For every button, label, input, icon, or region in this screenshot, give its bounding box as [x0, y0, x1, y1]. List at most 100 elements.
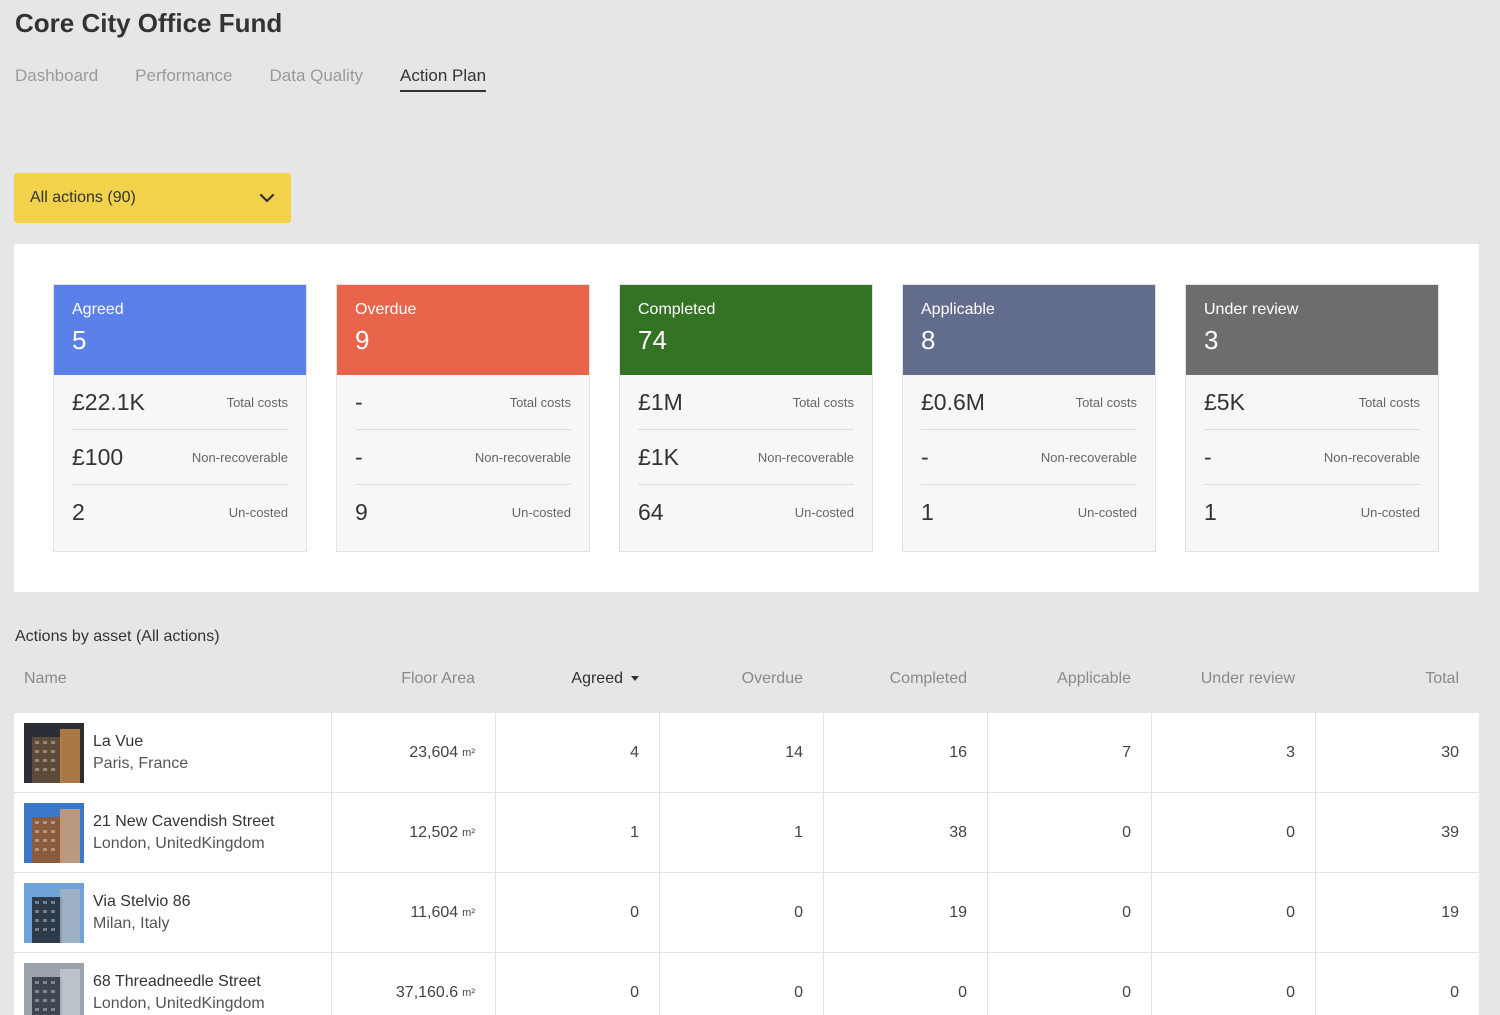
- overdue-value: 0: [794, 984, 803, 1001]
- table-row[interactable]: La Vue Paris, France 23,604 m² 4 14 16 7 …: [14, 713, 1479, 793]
- summary-card-name: Under review: [1204, 301, 1299, 318]
- non-recoverable-value: -: [1204, 443, 1212, 470]
- tab-action-plan[interactable]: Action Plan: [400, 66, 487, 92]
- area-unit: m²: [462, 747, 475, 759]
- table-row[interactable]: 68 Threadneedle Street London, UnitedKin…: [14, 953, 1479, 1015]
- agreed-value: 4: [630, 744, 639, 761]
- summary-card-agreed[interactable]: Agreed 5 £22.1K Total costs £100 Non-rec…: [53, 284, 307, 552]
- under-review-value: 0: [1286, 904, 1295, 921]
- summary-card-overdue[interactable]: Overdue 9 - Total costs - Non-recoverabl…: [336, 284, 590, 552]
- floor-area-value: 11,604: [410, 904, 459, 921]
- column-header-completed[interactable]: Completed: [890, 670, 967, 688]
- tab-dashboard[interactable]: Dashboard: [15, 66, 98, 92]
- column-header-agreed-label: Agreed: [571, 670, 623, 687]
- actions-filter-label: All actions (90): [30, 189, 136, 206]
- building-thumbnail: [24, 883, 84, 943]
- tab-performance[interactable]: Performance: [135, 66, 232, 92]
- asset-name[interactable]: 68 Threadneedle Street: [93, 971, 265, 993]
- column-header-agreed[interactable]: Agreed: [571, 670, 639, 688]
- un-costed-value: 1: [1204, 499, 1217, 525]
- asset-name-cell: 68 Threadneedle Street London, UnitedKin…: [14, 953, 331, 1015]
- floor-area-value: 12,502: [409, 824, 459, 841]
- applicable-cell: 7: [987, 713, 1151, 793]
- asset-text: 68 Threadneedle Street London, UnitedKin…: [93, 971, 265, 1015]
- summary-panel: Agreed 5 £22.1K Total costs £100 Non-rec…: [14, 244, 1479, 592]
- total-costs-label: Total costs: [1075, 394, 1137, 410]
- total-costs-row: £1M Total costs: [638, 375, 854, 430]
- total-costs-label: Total costs: [226, 394, 288, 410]
- un-costed-value: 1: [921, 499, 934, 525]
- agreed-cell: 0: [495, 873, 659, 953]
- non-recoverable-row: £1K Non-recoverable: [638, 430, 854, 485]
- non-recoverable-row: - Non-recoverable: [355, 430, 571, 485]
- un-costed-row: 9 Un-costed: [355, 485, 571, 540]
- column-header-total[interactable]: Total: [1425, 670, 1459, 688]
- column-header-floor-area[interactable]: Floor Area: [401, 670, 475, 688]
- floor-area-value: 23,604: [409, 744, 459, 761]
- under-review-cell: 0: [1151, 793, 1315, 873]
- table-row[interactable]: Via Stelvio 86 Milan, Italy 11,604 m² 0 0…: [14, 873, 1479, 953]
- non-recoverable-value: -: [921, 443, 929, 470]
- completed-cell: 16: [823, 713, 987, 793]
- asset-text: La Vue Paris, France: [93, 731, 188, 775]
- actions-filter-dropdown[interactable]: All actions (90): [14, 173, 291, 223]
- non-recoverable-value: £100: [72, 443, 124, 470]
- agreed-cell: 0: [495, 953, 659, 1015]
- total-costs-label: Total costs: [792, 394, 854, 410]
- summary-card-completed[interactable]: Completed 74 £1M Total costs £1K Non-rec…: [619, 284, 873, 552]
- area-unit: m²: [462, 987, 475, 999]
- non-recoverable-label: Non-recoverable: [757, 449, 854, 465]
- column-header-overdue[interactable]: Overdue: [742, 670, 803, 688]
- column-header-applicable[interactable]: Applicable: [1057, 670, 1131, 688]
- asset-name[interactable]: La Vue: [93, 731, 188, 753]
- summary-card-under-review[interactable]: Under review 3 £5K Total costs - Non-rec…: [1185, 284, 1439, 552]
- asset-name-cell: 21 New Cavendish Street London, UnitedKi…: [14, 793, 331, 873]
- agreed-value: 1: [630, 824, 639, 841]
- non-recoverable-label: Non-recoverable: [1040, 449, 1137, 465]
- summary-card-name: Overdue: [355, 301, 417, 318]
- summary-card-count: 74: [638, 325, 667, 355]
- total-costs-value: £5K: [1204, 388, 1245, 415]
- under-review-cell: 0: [1151, 953, 1315, 1015]
- un-costed-label: Un-costed: [228, 505, 288, 520]
- total-costs-row: £0.6M Total costs: [921, 375, 1137, 430]
- building-thumbnail: [24, 723, 84, 783]
- summary-card-count: 9: [355, 325, 370, 355]
- total-costs-row: £22.1K Total costs: [72, 375, 288, 430]
- table-row[interactable]: 21 New Cavendish Street London, UnitedKi…: [14, 793, 1479, 873]
- summary-card-header: Applicable 8: [903, 285, 1155, 375]
- asset-location: London, UnitedKingdom: [93, 835, 265, 852]
- summary-card-name: Completed: [638, 301, 716, 318]
- asset-name[interactable]: 21 New Cavendish Street: [93, 811, 274, 833]
- applicable-value: 7: [1122, 744, 1131, 761]
- summary-card-applicable[interactable]: Applicable 8 £0.6M Total costs - Non-rec…: [902, 284, 1156, 552]
- asset-name[interactable]: Via Stelvio 86: [93, 891, 191, 913]
- un-costed-row: 64 Un-costed: [638, 485, 854, 540]
- total-value: 19: [1441, 904, 1459, 921]
- agreed-cell: 4: [495, 713, 659, 793]
- column-header-under-review[interactable]: Under review: [1201, 670, 1295, 688]
- total-costs-value: £22.1K: [72, 388, 145, 415]
- tab-bar: Dashboard Performance Data Quality Actio…: [15, 66, 523, 92]
- chevron-down-icon: [259, 193, 275, 203]
- non-recoverable-row: £100 Non-recoverable: [72, 430, 288, 485]
- applicable-cell: 0: [987, 793, 1151, 873]
- floor-area-value: 37,160.6: [395, 984, 459, 1001]
- column-header-name[interactable]: Name: [24, 670, 67, 688]
- total-costs-value: £0.6M: [921, 388, 985, 415]
- summary-card-header: Overdue 9: [337, 285, 589, 375]
- floor-area-cell: 23,604 m²: [331, 713, 495, 793]
- total-costs-label: Total costs: [509, 394, 571, 410]
- un-costed-value: 2: [72, 499, 85, 525]
- total-costs-row: £5K Total costs: [1204, 375, 1420, 430]
- completed-cell: 0: [823, 953, 987, 1015]
- tab-data-quality[interactable]: Data Quality: [270, 66, 364, 92]
- summary-card-header: Agreed 5: [54, 285, 306, 375]
- asset-text: 21 New Cavendish Street London, UnitedKi…: [93, 811, 274, 855]
- total-costs-value: £1M: [638, 388, 683, 415]
- floor-area-cell: 37,160.6 m²: [331, 953, 495, 1015]
- summary-card-name: Applicable: [921, 301, 995, 318]
- agreed-cell: 1: [495, 793, 659, 873]
- overdue-value: 14: [785, 744, 803, 761]
- un-costed-value: 9: [355, 499, 368, 525]
